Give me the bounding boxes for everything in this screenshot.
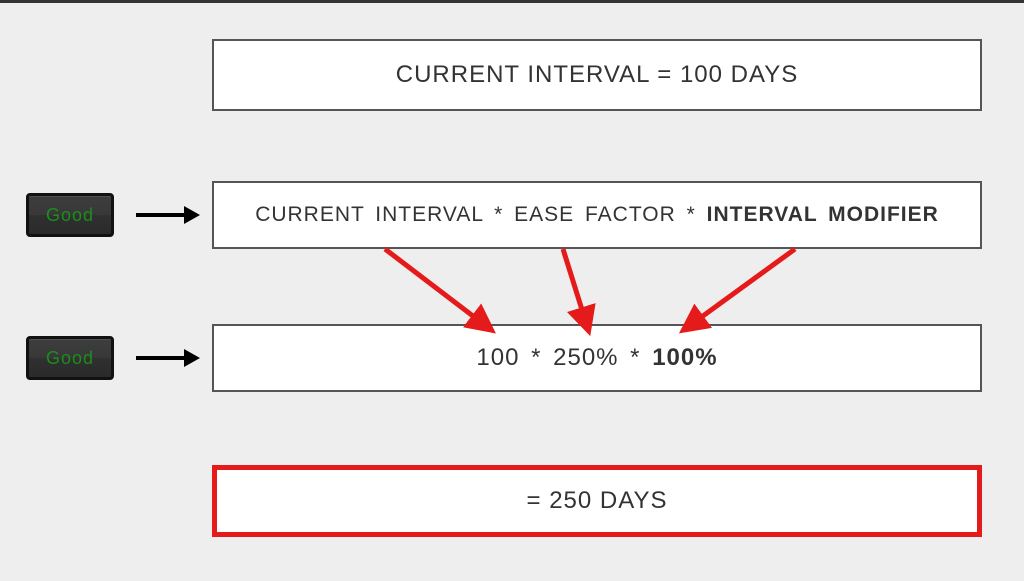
red-arrow-current-interval [385,249,490,329]
result-text: = 250 DAYS [527,487,668,515]
good-button-2-label: Good [46,348,94,369]
formula-box: CURRENT INTERVAL * EASE FACTOR * INTERVA… [212,181,982,249]
good-button-2[interactable]: Good [26,336,114,380]
formula-part-interval-modifier: INTERVAL MODIFIER [707,203,939,226]
result-box: = 250 DAYS [212,465,982,537]
numeric-part-250pct: 250% [553,344,618,371]
formula-text: CURRENT INTERVAL * EASE FACTOR * INTERVA… [255,203,939,227]
current-interval-text: CURRENT INTERVAL = 100 DAYS [396,61,798,89]
numeric-sep-2: * [619,344,653,371]
formula-part-ease-factor: EASE FACTOR [514,203,676,226]
red-arrow-ease-factor [563,249,588,329]
red-arrow-interval-modifier [685,249,795,329]
formula-sep-2: * [676,203,707,226]
numeric-box: 100 * 250% * 100% [212,324,982,392]
numeric-part-100pct: 100% [652,344,717,371]
numeric-text: 100 * 250% * 100% [476,344,717,372]
numeric-part-100: 100 [476,344,519,371]
formula-part-current-interval: CURRENT INTERVAL [255,203,483,226]
formula-sep-1: * [483,203,514,226]
good-button-1-label: Good [46,205,94,226]
good-button-1[interactable]: Good [26,193,114,237]
current-interval-box: CURRENT INTERVAL = 100 DAYS [212,39,982,111]
numeric-sep-1: * [519,344,553,371]
